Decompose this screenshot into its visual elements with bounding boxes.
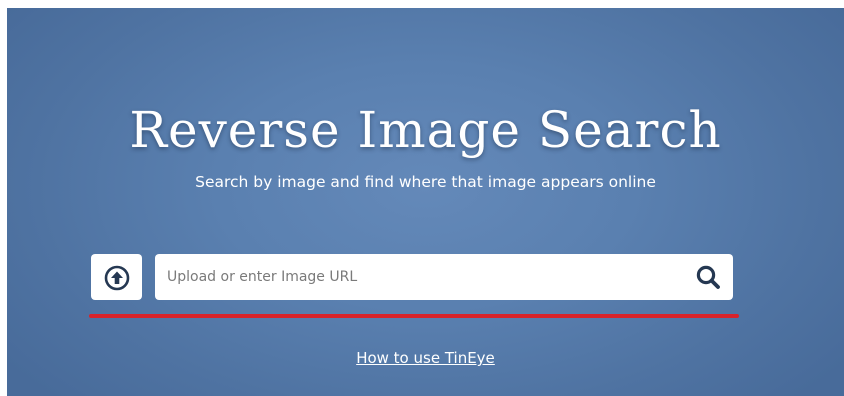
upload-arrow-circle-icon [104, 265, 130, 291]
search-box [155, 254, 733, 300]
magnifier-icon [696, 265, 720, 289]
hero-section: Reverse Image Search Search by image and… [7, 8, 844, 396]
help-link-container: How to use TinEye [7, 348, 844, 368]
search-button[interactable] [695, 264, 721, 290]
page-subtitle: Search by image and find where that imag… [195, 173, 656, 191]
page-title: Reverse Image Search [129, 101, 722, 159]
how-to-use-link[interactable]: How to use TinEye [356, 349, 495, 367]
image-url-input[interactable] [155, 254, 675, 300]
upload-button[interactable] [91, 254, 142, 300]
search-underline-accent [89, 314, 739, 318]
